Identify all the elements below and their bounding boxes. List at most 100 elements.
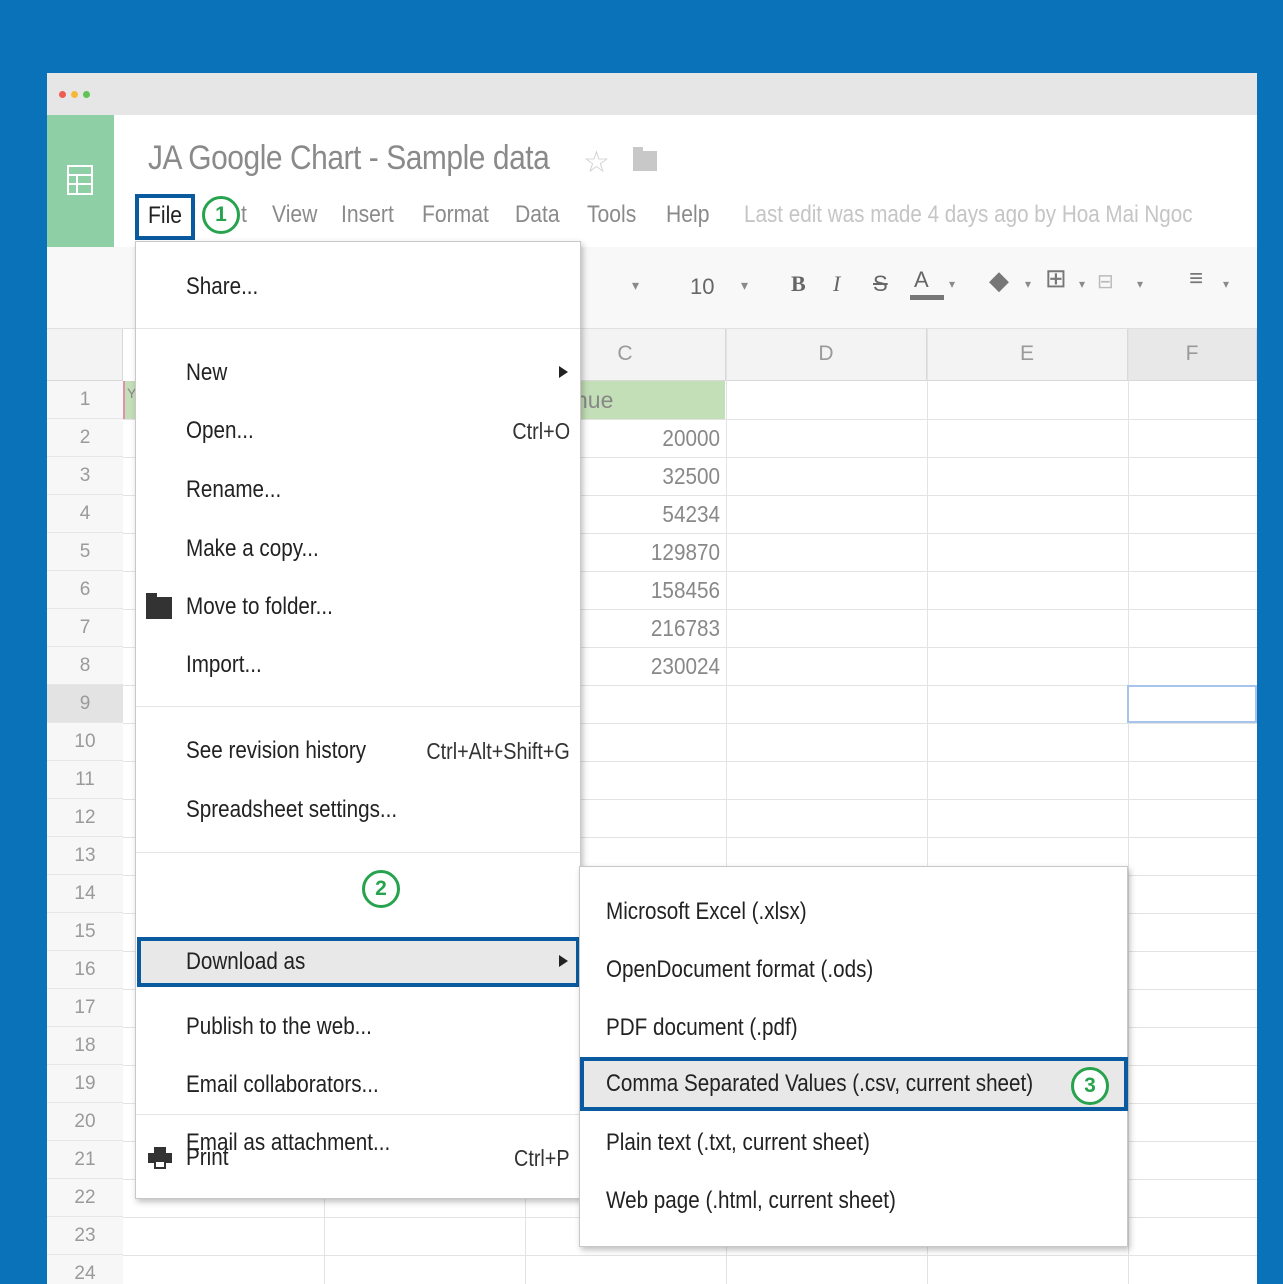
minimize-window-dot[interactable] — [71, 91, 78, 98]
row-number-10[interactable]: 10 — [47, 723, 123, 761]
row-number-11[interactable]: 11 — [47, 761, 123, 799]
font-size-select[interactable]: 10 — [690, 274, 714, 300]
menu-open-label: Open... — [186, 417, 254, 444]
menu-file-label: File — [148, 202, 183, 229]
menu-open-shortcut: Ctrl+O — [512, 418, 570, 444]
menu-new[interactable]: New — [136, 348, 580, 398]
row-number-24[interactable]: 24 — [47, 1255, 123, 1284]
star-icon[interactable]: ☆ — [583, 145, 610, 180]
menu-edit-partial[interactable]: t — [241, 197, 247, 237]
cell-c3[interactable]: 32500 — [591, 457, 720, 495]
row-number-22[interactable]: 22 — [47, 1179, 123, 1217]
row-number-1[interactable]: 1 — [47, 381, 123, 419]
menu-separator — [136, 852, 580, 853]
column-header-e[interactable]: E — [927, 329, 1128, 381]
text-color-arrow-icon[interactable]: ▾ — [949, 277, 955, 291]
row-number-2[interactable]: 2 — [47, 419, 123, 457]
close-window-dot[interactable] — [59, 91, 66, 98]
menu-data[interactable]: Data — [515, 197, 560, 237]
folder-icon — [146, 593, 172, 619]
merge-arrow-icon[interactable]: ▾ — [1137, 277, 1143, 291]
download-pdf-label: PDF document (.pdf) — [606, 1014, 798, 1041]
menu-share[interactable]: Share... — [136, 262, 580, 312]
row-number-14[interactable]: 14 — [47, 875, 123, 913]
row-number-5[interactable]: 5 — [47, 533, 123, 571]
menu-import[interactable]: Import... — [136, 640, 580, 690]
menu-move-to-folder[interactable]: Move to folder... — [136, 582, 580, 632]
cell-c4[interactable]: 54234 — [591, 495, 720, 533]
download-csv[interactable]: Comma Separated Values (.csv, current sh… — [580, 1058, 1127, 1110]
row-number-15[interactable]: 15 — [47, 913, 123, 951]
row-number-16[interactable]: 16 — [47, 951, 123, 989]
menu-make-copy-label: Make a copy... — [186, 535, 319, 562]
row-number-18[interactable]: 18 — [47, 1027, 123, 1065]
fill-color-icon[interactable]: ◆ — [989, 265, 1009, 296]
row-number-13[interactable]: 13 — [47, 837, 123, 875]
menu-spreadsheet-settings[interactable]: Spreadsheet settings... — [136, 785, 580, 835]
selected-cell-f9[interactable] — [1127, 685, 1257, 723]
row-number-7[interactable]: 7 — [47, 609, 123, 647]
font-dropdown-arrow-icon[interactable]: ▾ — [632, 277, 639, 294]
menu-help[interactable]: Help — [666, 197, 709, 237]
menu-print-label: Print — [186, 1144, 229, 1171]
maximize-window-dot[interactable] — [83, 91, 90, 98]
menu-open[interactable]: Open... Ctrl+O — [136, 406, 580, 456]
fill-color-arrow-icon[interactable]: ▾ — [1025, 277, 1031, 291]
bold-button[interactable]: B — [791, 271, 806, 297]
row-number-3[interactable]: 3 — [47, 457, 123, 495]
menu-tools[interactable]: Tools — [587, 197, 636, 237]
row-number-21[interactable]: 21 — [47, 1141, 123, 1179]
row-number-9[interactable]: 9 — [47, 685, 123, 723]
strikethrough-icon[interactable]: S — [873, 271, 888, 297]
menu-publish[interactable]: Publish to the web... — [136, 1002, 580, 1052]
download-ods-label: OpenDocument format (.ods) — [606, 956, 874, 983]
download-xlsx[interactable]: Microsoft Excel (.xlsx) — [580, 886, 1127, 938]
text-color-button[interactable]: A — [914, 267, 929, 293]
menu-rename-label: Rename... — [186, 476, 282, 503]
row-number-17[interactable]: 17 — [47, 989, 123, 1027]
menu-print[interactable]: Print Ctrl+P — [136, 1133, 580, 1183]
column-header-f[interactable]: F — [1128, 329, 1257, 381]
row-number-6[interactable]: 6 — [47, 571, 123, 609]
download-pdf[interactable]: PDF document (.pdf) — [580, 1002, 1127, 1054]
cell-c8[interactable]: 230024 — [591, 647, 720, 685]
align-left-icon[interactable]: ≡ — [1189, 265, 1203, 293]
menu-revision-history[interactable]: See revision history Ctrl+Alt+Shift+G — [136, 726, 580, 776]
download-ods[interactable]: OpenDocument format (.ods) — [580, 944, 1127, 996]
menu-format[interactable]: Format — [422, 197, 489, 237]
row-number-19[interactable]: 19 — [47, 1065, 123, 1103]
download-txt[interactable]: Plain text (.txt, current sheet) — [580, 1117, 1127, 1169]
row-number-8[interactable]: 8 — [47, 647, 123, 685]
menu-email-collaborators[interactable]: Email collaborators... — [136, 1060, 580, 1110]
last-edit-status[interactable]: Last edit was made 4 days ago by Hoa Mai… — [744, 197, 1193, 233]
menu-file[interactable]: File — [135, 194, 195, 240]
row-number-12[interactable]: 12 — [47, 799, 123, 837]
row-number-20[interactable]: 20 — [47, 1103, 123, 1141]
print-icon — [148, 1147, 172, 1169]
row-number-4[interactable]: 4 — [47, 495, 123, 533]
cell-c5[interactable]: 129870 — [591, 533, 720, 571]
menu-insert[interactable]: Insert — [341, 197, 394, 237]
menu-download-as-row[interactable]: Download as — [136, 937, 580, 987]
download-html[interactable]: Web page (.html, current sheet) — [580, 1175, 1127, 1227]
folder-icon[interactable] — [633, 147, 657, 171]
align-arrow-icon[interactable]: ▾ — [1223, 277, 1229, 291]
cell-c2[interactable]: 20000 — [591, 419, 720, 457]
cell-c7[interactable]: 216783 — [591, 609, 720, 647]
menu-view[interactable]: View — [272, 197, 317, 237]
app-window: JA Google Chart - Sample data ☆ t View I… — [47, 73, 1257, 1284]
italic-button[interactable]: I — [833, 271, 840, 297]
borders-icon[interactable]: ⊞ — [1045, 263, 1067, 294]
step-2-badge: 2 — [362, 870, 400, 908]
menu-make-copy[interactable]: Make a copy... — [136, 524, 580, 574]
merge-cells-icon[interactable]: ⊟ — [1097, 269, 1114, 294]
font-size-arrow-icon[interactable]: ▾ — [741, 277, 748, 294]
column-header-d[interactable]: D — [726, 329, 927, 381]
borders-arrow-icon[interactable]: ▾ — [1079, 277, 1085, 291]
row-number-23[interactable]: 23 — [47, 1217, 123, 1255]
menu-separator — [136, 1114, 580, 1115]
menu-rename[interactable]: Rename... — [136, 465, 580, 515]
cell-c6[interactable]: 158456 — [591, 571, 720, 609]
column-header-blank — [47, 329, 123, 381]
document-title[interactable]: JA Google Chart - Sample data — [148, 139, 550, 178]
